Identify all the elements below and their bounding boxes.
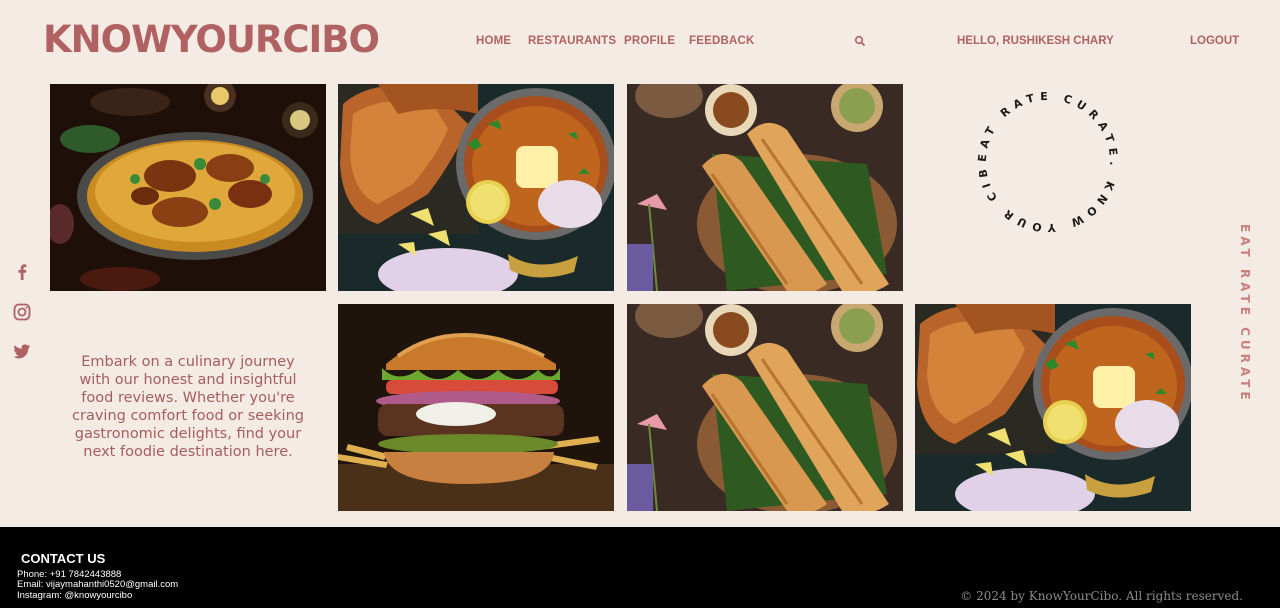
stamp-text: EAT RATE CURATE. KNOW YOUR CIBO. (968, 82, 1115, 234)
nav-home[interactable]: HOME (476, 35, 511, 47)
contact-title: CONTACT US (21, 551, 106, 566)
nav-profile-link[interactable]: PROFILE (624, 35, 675, 47)
contact-email[interactable]: Email: vijaymahanthi0520@gmail.com (17, 579, 178, 590)
dosa-image (627, 84, 903, 291)
footer: CONTACT US Phone: +91 7842443888 Email: … (0, 527, 1280, 608)
burger-image (338, 304, 614, 511)
biryani-image (50, 84, 326, 291)
logout-link[interactable]: LOGOUT (1190, 35, 1239, 47)
twitter-icon[interactable] (12, 341, 32, 361)
nav-restaurants-link[interactable]: RESTAURANTS (528, 35, 616, 47)
search-icon[interactable] (854, 35, 866, 47)
nav-feedback[interactable]: FEEDBACK (689, 35, 755, 47)
instagram-icon[interactable] (12, 302, 32, 322)
brand-logo[interactable]: KNOWYOURCIBO (43, 18, 380, 62)
vertical-tagline: EAT RATE CURATE (1238, 224, 1252, 404)
svg-text:EAT RATE CURATE. KNOW YOUR CIB: EAT RATE CURATE. KNOW YOUR CIBO. (968, 82, 1120, 234)
eat-rate-curate-stamp: EAT RATE CURATE. KNOW YOUR CIBO. (968, 82, 1120, 234)
nav-feedback-link[interactable]: FEEDBACK (689, 35, 755, 47)
dosa-image-2 (627, 304, 903, 511)
pav-bhaji-image-2 (915, 304, 1191, 511)
user-greeting: HELLO, RUSHIKESH CHARY (957, 35, 1114, 47)
facebook-icon[interactable] (12, 262, 32, 282)
nav-home-link[interactable]: HOME (476, 35, 511, 47)
contact-instagram[interactable]: Instagram: @knowyourcibo (17, 590, 132, 601)
nav-profile[interactable]: PROFILE (624, 35, 675, 47)
intro-text: Embark on a culinary journey with our ho… (72, 354, 304, 460)
pav-bhaji-image (338, 84, 614, 291)
copyright: © 2024 by KnowYourCibo. All rights reser… (960, 589, 1243, 603)
nav-restaurants[interactable]: RESTAURANTS (528, 35, 616, 47)
